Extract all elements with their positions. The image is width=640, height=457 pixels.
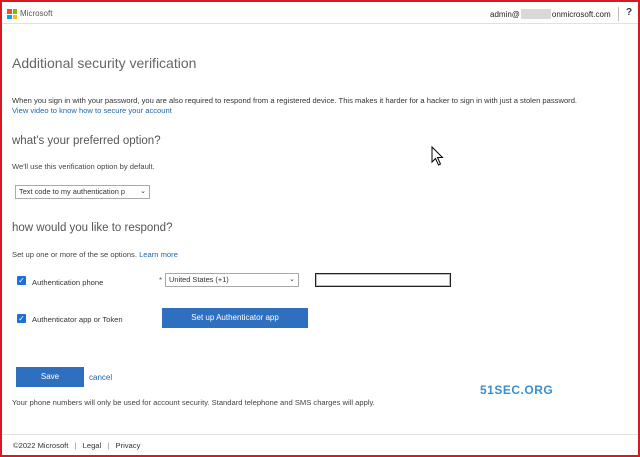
brand-name: Microsoft — [20, 9, 53, 18]
preferred-option-heading: what's your preferred option? — [12, 135, 161, 147]
country-value: United States (+1) — [169, 275, 229, 284]
preferred-option-select[interactable]: Text code to my authentication p ⌄ — [15, 185, 150, 199]
page-description: When you sign in with your password, you… — [12, 96, 578, 105]
account-prefix: admin@ — [490, 10, 520, 19]
microsoft-logo-icon — [7, 9, 17, 19]
chevron-down-icon: ⌄ — [289, 276, 295, 283]
phone-number-input[interactable] — [315, 273, 451, 287]
help-icon[interactable]: ? — [626, 7, 632, 18]
account-menu[interactable]: admin@ onmicrosoft.com — [490, 9, 611, 19]
auth-app-checkbox[interactable]: ✓ — [17, 314, 26, 323]
phone-usage-note: Your phone numbers will only be used for… — [12, 398, 375, 407]
privacy-link[interactable]: Privacy — [115, 441, 140, 450]
preferred-option-hint: We'll use this verification option by de… — [12, 162, 155, 171]
save-button[interactable]: Save — [16, 367, 84, 387]
preferred-option-value: Text code to my authentication p — [19, 187, 125, 196]
setup-authenticator-button[interactable]: Set up Authenticator app — [162, 308, 308, 328]
footer-separator: | — [107, 441, 110, 450]
header-divider — [618, 7, 619, 21]
auth-app-label: Authenticator app or Token — [32, 315, 123, 324]
respond-hint: Set up one or more of the se options. Le… — [12, 250, 178, 259]
learn-more-link[interactable]: Learn more — [139, 250, 178, 259]
copyright: ©2022 Microsoft — [13, 441, 69, 450]
cancel-link[interactable]: cancel — [89, 373, 112, 382]
required-marker: * — [159, 276, 163, 285]
video-link[interactable]: View video to know how to secure your ac… — [12, 106, 172, 115]
footer-divider — [2, 434, 638, 435]
account-suffix: onmicrosoft.com — [551, 10, 611, 19]
footer-separator: | — [74, 441, 77, 450]
redacted-block — [520, 9, 551, 19]
respond-hint-text: Set up one or more of the se options. — [12, 250, 137, 259]
mouse-cursor-icon — [431, 146, 444, 166]
respond-heading: how would you like to respond? — [12, 222, 173, 234]
top-bar: Microsoft admin@ onmicrosoft.com ? — [2, 2, 638, 24]
watermark: 51SEC.ORG — [480, 383, 554, 397]
auth-phone-checkbox[interactable]: ✓ — [17, 276, 26, 285]
chevron-down-icon: ⌄ — [140, 188, 146, 195]
page-title: Additional security verification — [12, 55, 197, 71]
country-select[interactable]: United States (+1) ⌄ — [165, 273, 299, 287]
footer: ©2022 Microsoft | Legal | Privacy — [13, 441, 140, 450]
auth-phone-label: Authentication phone — [32, 278, 104, 287]
legal-link[interactable]: Legal — [83, 441, 102, 450]
